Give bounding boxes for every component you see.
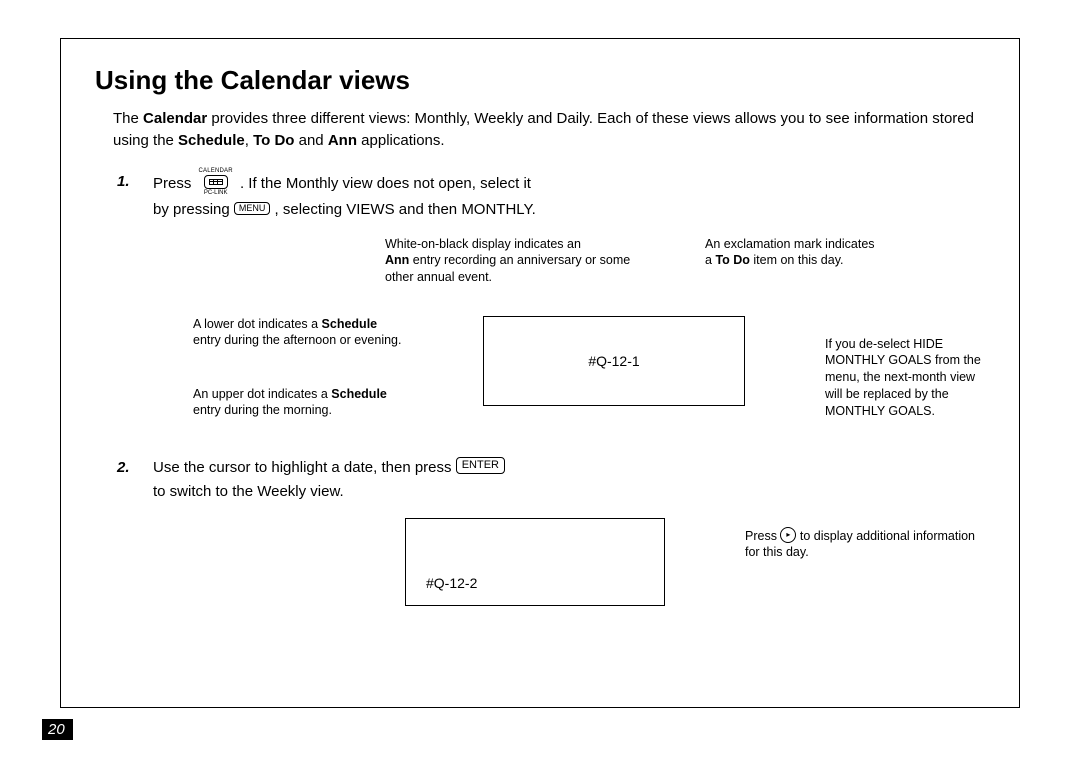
text: White-on-black display indicates an [385, 237, 581, 251]
keycap-icon [204, 175, 228, 189]
enter-key-icon: ENTER [456, 457, 505, 473]
text: An exclamation mark indicates [705, 237, 875, 251]
step-1: 1. Press CALENDAR PC-LINK . If the Month… [153, 170, 985, 222]
text: , selecting VIEWS and then MONTHLY. [275, 201, 536, 218]
text: item on this day. [750, 253, 844, 267]
page-frame: Using the Calendar views The Calendar pr… [60, 38, 1020, 708]
bold-todo: To Do [253, 132, 294, 149]
text: If you de-select HIDE MONTHLY GOALS from… [825, 337, 981, 419]
key-top-label: CALENDAR [199, 168, 233, 174]
note-exclamation: An exclamation mark indicates a To Do it… [705, 236, 935, 270]
text: The [113, 110, 143, 127]
arrow-right-key-icon: ▸ [780, 527, 796, 543]
intro-paragraph: The Calendar provides three different vi… [113, 108, 985, 152]
bold-ann: Ann [385, 253, 409, 267]
note-lower-dot: A lower dot indicates a Schedule entry d… [193, 316, 413, 350]
note-white-on-black: White-on-black display indicates an Ann … [385, 236, 645, 287]
text: a [705, 253, 715, 267]
page-number: 20 [42, 719, 73, 740]
text: Press [745, 529, 780, 543]
callouts-area-2: #Q-12-2 Press ▸ to display additional in… [95, 518, 985, 638]
step-2: 2. Use the cursor to highlight a date, t… [153, 456, 985, 504]
text: Use the cursor to highlight a date, then… [153, 459, 456, 476]
text: to switch to the Weekly view. [153, 483, 344, 500]
calendar-key-icon: CALENDAR PC-LINK [199, 168, 233, 196]
text: , [245, 132, 253, 149]
bold-ann: Ann [328, 132, 357, 149]
note-upper-dot: An upper dot indicates a Schedule entry … [193, 386, 423, 420]
step-number-2: 2. [117, 456, 130, 480]
key-bot-label: PC-LINK [204, 190, 228, 196]
text: entry recording an anniversary or some o… [385, 253, 630, 284]
figure-placeholder-1: #Q-12-1 [483, 316, 745, 406]
keyboard-grid-icon [209, 179, 223, 185]
text: by pressing [153, 201, 234, 218]
placeholder-label: #Q-12-1 [588, 353, 639, 369]
bold-schedule: Schedule [331, 387, 387, 401]
text: An upper dot indicates a [193, 387, 331, 401]
text: Press [153, 174, 196, 191]
figure-placeholder-2: #Q-12-2 [405, 518, 665, 606]
text: . If the Monthly view does not open, sel… [240, 174, 531, 191]
placeholder-label: #Q-12-2 [426, 575, 477, 591]
text: A lower dot indicates a [193, 317, 322, 331]
note-hide-goals: If you de-select HIDE MONTHLY GOALS from… [825, 336, 985, 420]
text: entry during the morning. [193, 403, 332, 417]
section-title: Using the Calendar views [95, 65, 985, 96]
step-number-1: 1. [117, 170, 130, 194]
text: entry during the afternoon or evening. [193, 333, 401, 347]
bold-todo: To Do [715, 253, 749, 267]
menu-key-icon: MENU [234, 202, 271, 216]
text: applications. [357, 132, 445, 149]
callouts-area-1: White-on-black display indicates an Ann … [95, 236, 985, 456]
bold-calendar: Calendar [143, 110, 207, 127]
text: and [294, 132, 327, 149]
bold-schedule: Schedule [178, 132, 245, 149]
note-press-arrow: Press ▸ to display additional informatio… [745, 528, 975, 562]
bold-schedule: Schedule [322, 317, 378, 331]
